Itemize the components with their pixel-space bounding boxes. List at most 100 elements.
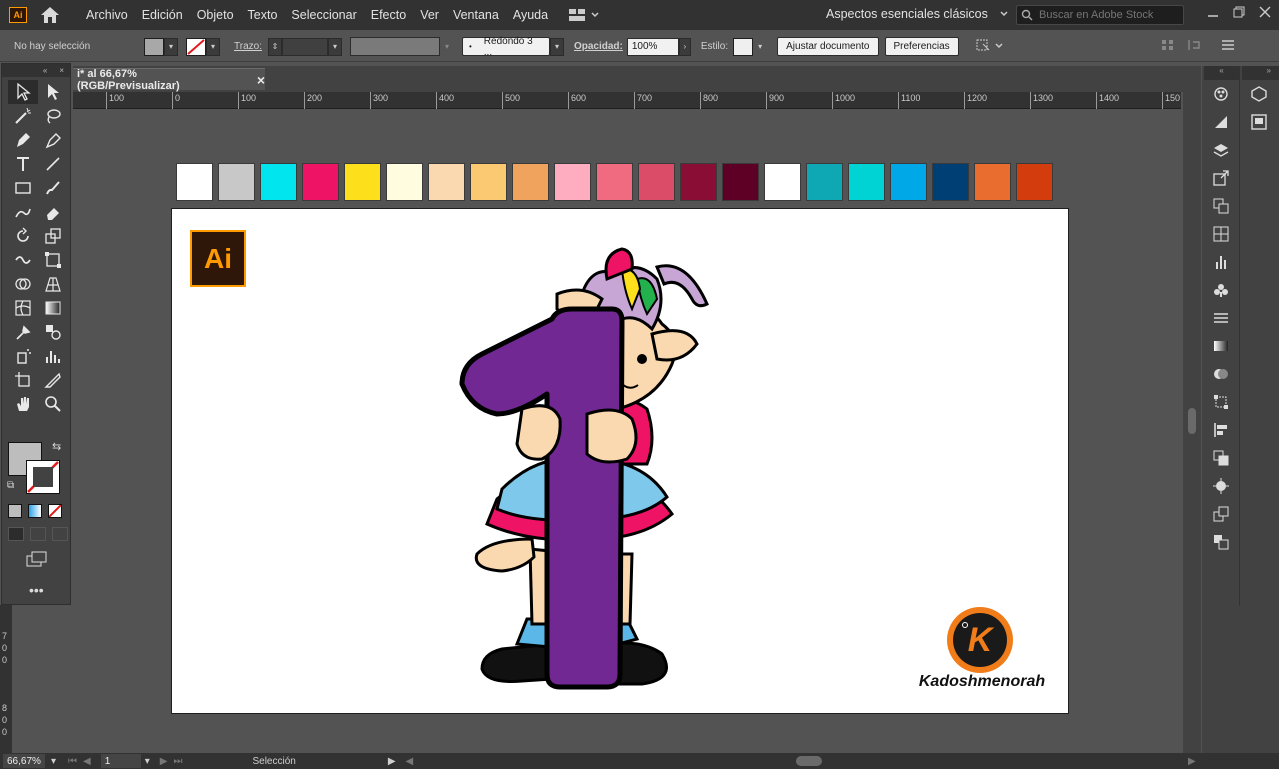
horizontal-ruler[interactable]: 100 0 100 200 300 400 500 600 700 800 900 1000 1100 1… (73, 92, 1181, 109)
color-swatch[interactable] (386, 163, 423, 201)
slice-tool-icon[interactable] (38, 368, 68, 392)
color-swatch[interactable] (974, 163, 1011, 201)
document-tab[interactable]: i* al 66,67% (RGB/Previsualizar) × (73, 68, 265, 92)
color-swatch[interactable] (218, 163, 255, 201)
column-graph-tool-icon[interactable] (38, 344, 68, 368)
color-swatch[interactable] (344, 163, 381, 201)
artboard-tool-icon[interactable] (8, 368, 38, 392)
graphic-styles-panel-icon[interactable] (1204, 108, 1238, 136)
swap-fill-stroke-icon[interactable]: ⇆ (52, 440, 61, 453)
menu-edicion[interactable]: Edición (135, 8, 190, 22)
mesh-tool-icon[interactable] (8, 296, 38, 320)
color-swatch[interactable] (302, 163, 339, 201)
vertical-scrollbar[interactable] (1183, 66, 1201, 753)
free-transform-tool-icon[interactable] (38, 248, 68, 272)
edit-toolbar-icon[interactable]: ••• (29, 582, 44, 598)
appearance-panel-icon[interactable] (1204, 80, 1238, 108)
line-tool-icon[interactable] (38, 152, 68, 176)
asset-export-panel-icon[interactable] (1204, 500, 1238, 528)
direct-selection-tool-icon[interactable] (38, 80, 68, 104)
color-swatch[interactable] (848, 163, 885, 201)
hand-tool-icon[interactable] (8, 392, 38, 416)
profile-dropdown[interactable]: ▾ (439, 37, 454, 56)
color-swatch[interactable] (722, 163, 759, 201)
stroke-color-box[interactable] (26, 460, 60, 494)
properties-panel-icon[interactable] (1242, 80, 1276, 108)
color-swatch[interactable] (806, 163, 843, 201)
zoom-tool-icon[interactable] (38, 392, 68, 416)
color-swatch[interactable] (512, 163, 549, 201)
transform-panel-icon[interactable] (1204, 388, 1238, 416)
collapse-icon[interactable]: « (43, 66, 47, 75)
default-colors-icon[interactable]: ⧉ (7, 480, 14, 491)
stock-search[interactable] (1016, 5, 1184, 25)
perspective-grid-tool-icon[interactable] (38, 272, 68, 296)
layers-panel-icon[interactable] (1204, 136, 1238, 164)
paintbrush-tool-icon[interactable] (38, 176, 68, 200)
menu-efecto[interactable]: Efecto (364, 8, 413, 22)
symbol-sprayer-tool-icon[interactable] (8, 344, 38, 368)
close-icon[interactable] (1259, 6, 1271, 21)
scroll-right-icon[interactable]: ▶ (1188, 756, 1196, 767)
document-info-panel-icon[interactable] (1204, 528, 1238, 556)
color-swatch[interactable] (596, 163, 633, 201)
restore-icon[interactable] (1233, 6, 1245, 21)
gradient-mode-icon[interactable] (28, 504, 42, 518)
canvas[interactable]: Ai K Kadoshmenorah (73, 110, 1181, 753)
preferences-button[interactable]: Preferencias (884, 37, 959, 56)
type-tool-icon[interactable] (8, 152, 38, 176)
blend-tool-icon[interactable] (38, 320, 68, 344)
draw-behind-icon[interactable] (30, 527, 46, 541)
opacity-dropdown[interactable]: › (678, 37, 691, 56)
menu-archivo[interactable]: Archivo (79, 8, 135, 22)
document-setup-button[interactable]: Ajustar documento (777, 37, 879, 56)
color-swatch[interactable] (638, 163, 675, 201)
pathfinder-panel-icon[interactable] (1204, 444, 1238, 472)
transform-icon[interactable] (975, 38, 991, 55)
cc-libraries-panel-icon[interactable] (1242, 108, 1276, 136)
brushes-panel-icon[interactable] (1204, 248, 1238, 276)
transparency-panel-icon[interactable] (1204, 360, 1238, 388)
close-icon[interactable]: × (59, 66, 64, 75)
variable-width-profile[interactable] (349, 37, 440, 56)
tools-panel-header[interactable]: « × (2, 64, 70, 77)
vertical-scroll-thumb[interactable] (1188, 408, 1196, 434)
graphic-style-swatch[interactable] (733, 37, 754, 56)
eraser-tool-icon[interactable] (38, 200, 68, 224)
artboards-panel-icon[interactable] (1204, 192, 1238, 220)
shape-builder-tool-icon[interactable] (8, 272, 38, 296)
stroke-dropdown[interactable]: ▾ (206, 37, 220, 56)
artboard-number-field[interactable]: 1 (100, 754, 141, 768)
color-swatch[interactable] (554, 163, 591, 201)
color-swatch[interactable] (176, 163, 213, 201)
fill-color-swatch[interactable] (144, 37, 164, 56)
gradient-tool-icon[interactable] (38, 296, 68, 320)
menu-seleccionar[interactable]: Seleccionar (284, 8, 363, 22)
color-swatch[interactable] (470, 163, 507, 201)
draw-inside-icon[interactable] (52, 527, 68, 541)
brush-dropdown[interactable]: ▾ (549, 37, 564, 56)
rectangle-tool-icon[interactable] (8, 176, 38, 200)
last-artboard-icon[interactable]: ⏭ (173, 756, 182, 767)
align-icon[interactable] (1161, 39, 1175, 54)
collapse-icon[interactable]: « (1204, 66, 1239, 80)
scale-tool-icon[interactable] (38, 224, 68, 248)
warp-tool-icon[interactable] (8, 248, 38, 272)
menu-ver[interactable]: Ver (413, 8, 446, 22)
color-swatch[interactable] (890, 163, 927, 201)
export-panel-icon[interactable] (1204, 164, 1238, 192)
none-mode-icon[interactable] (48, 504, 62, 518)
stroke-weight-stepper[interactable]: ⇕ (267, 37, 282, 56)
menu-ayuda[interactable]: Ayuda (506, 8, 555, 22)
graphic-style-dropdown[interactable]: ▾ (753, 37, 768, 56)
lasso-tool-icon[interactable] (38, 104, 68, 128)
eyedropper-tool-icon[interactable] (8, 320, 38, 344)
menu-objeto[interactable]: Objeto (190, 8, 241, 22)
vertical-ruler[interactable]: 7 0 0 8 0 0 (0, 605, 12, 753)
fill-dropdown[interactable]: ▾ (164, 37, 178, 56)
scroll-left-icon[interactable]: ◀ (406, 756, 414, 767)
libraries-panel-icon[interactable] (1204, 220, 1238, 248)
stock-search-input[interactable] (1039, 9, 1179, 21)
align-panel-icon[interactable] (1204, 416, 1238, 444)
expand-icon[interactable]: » (1242, 66, 1279, 80)
